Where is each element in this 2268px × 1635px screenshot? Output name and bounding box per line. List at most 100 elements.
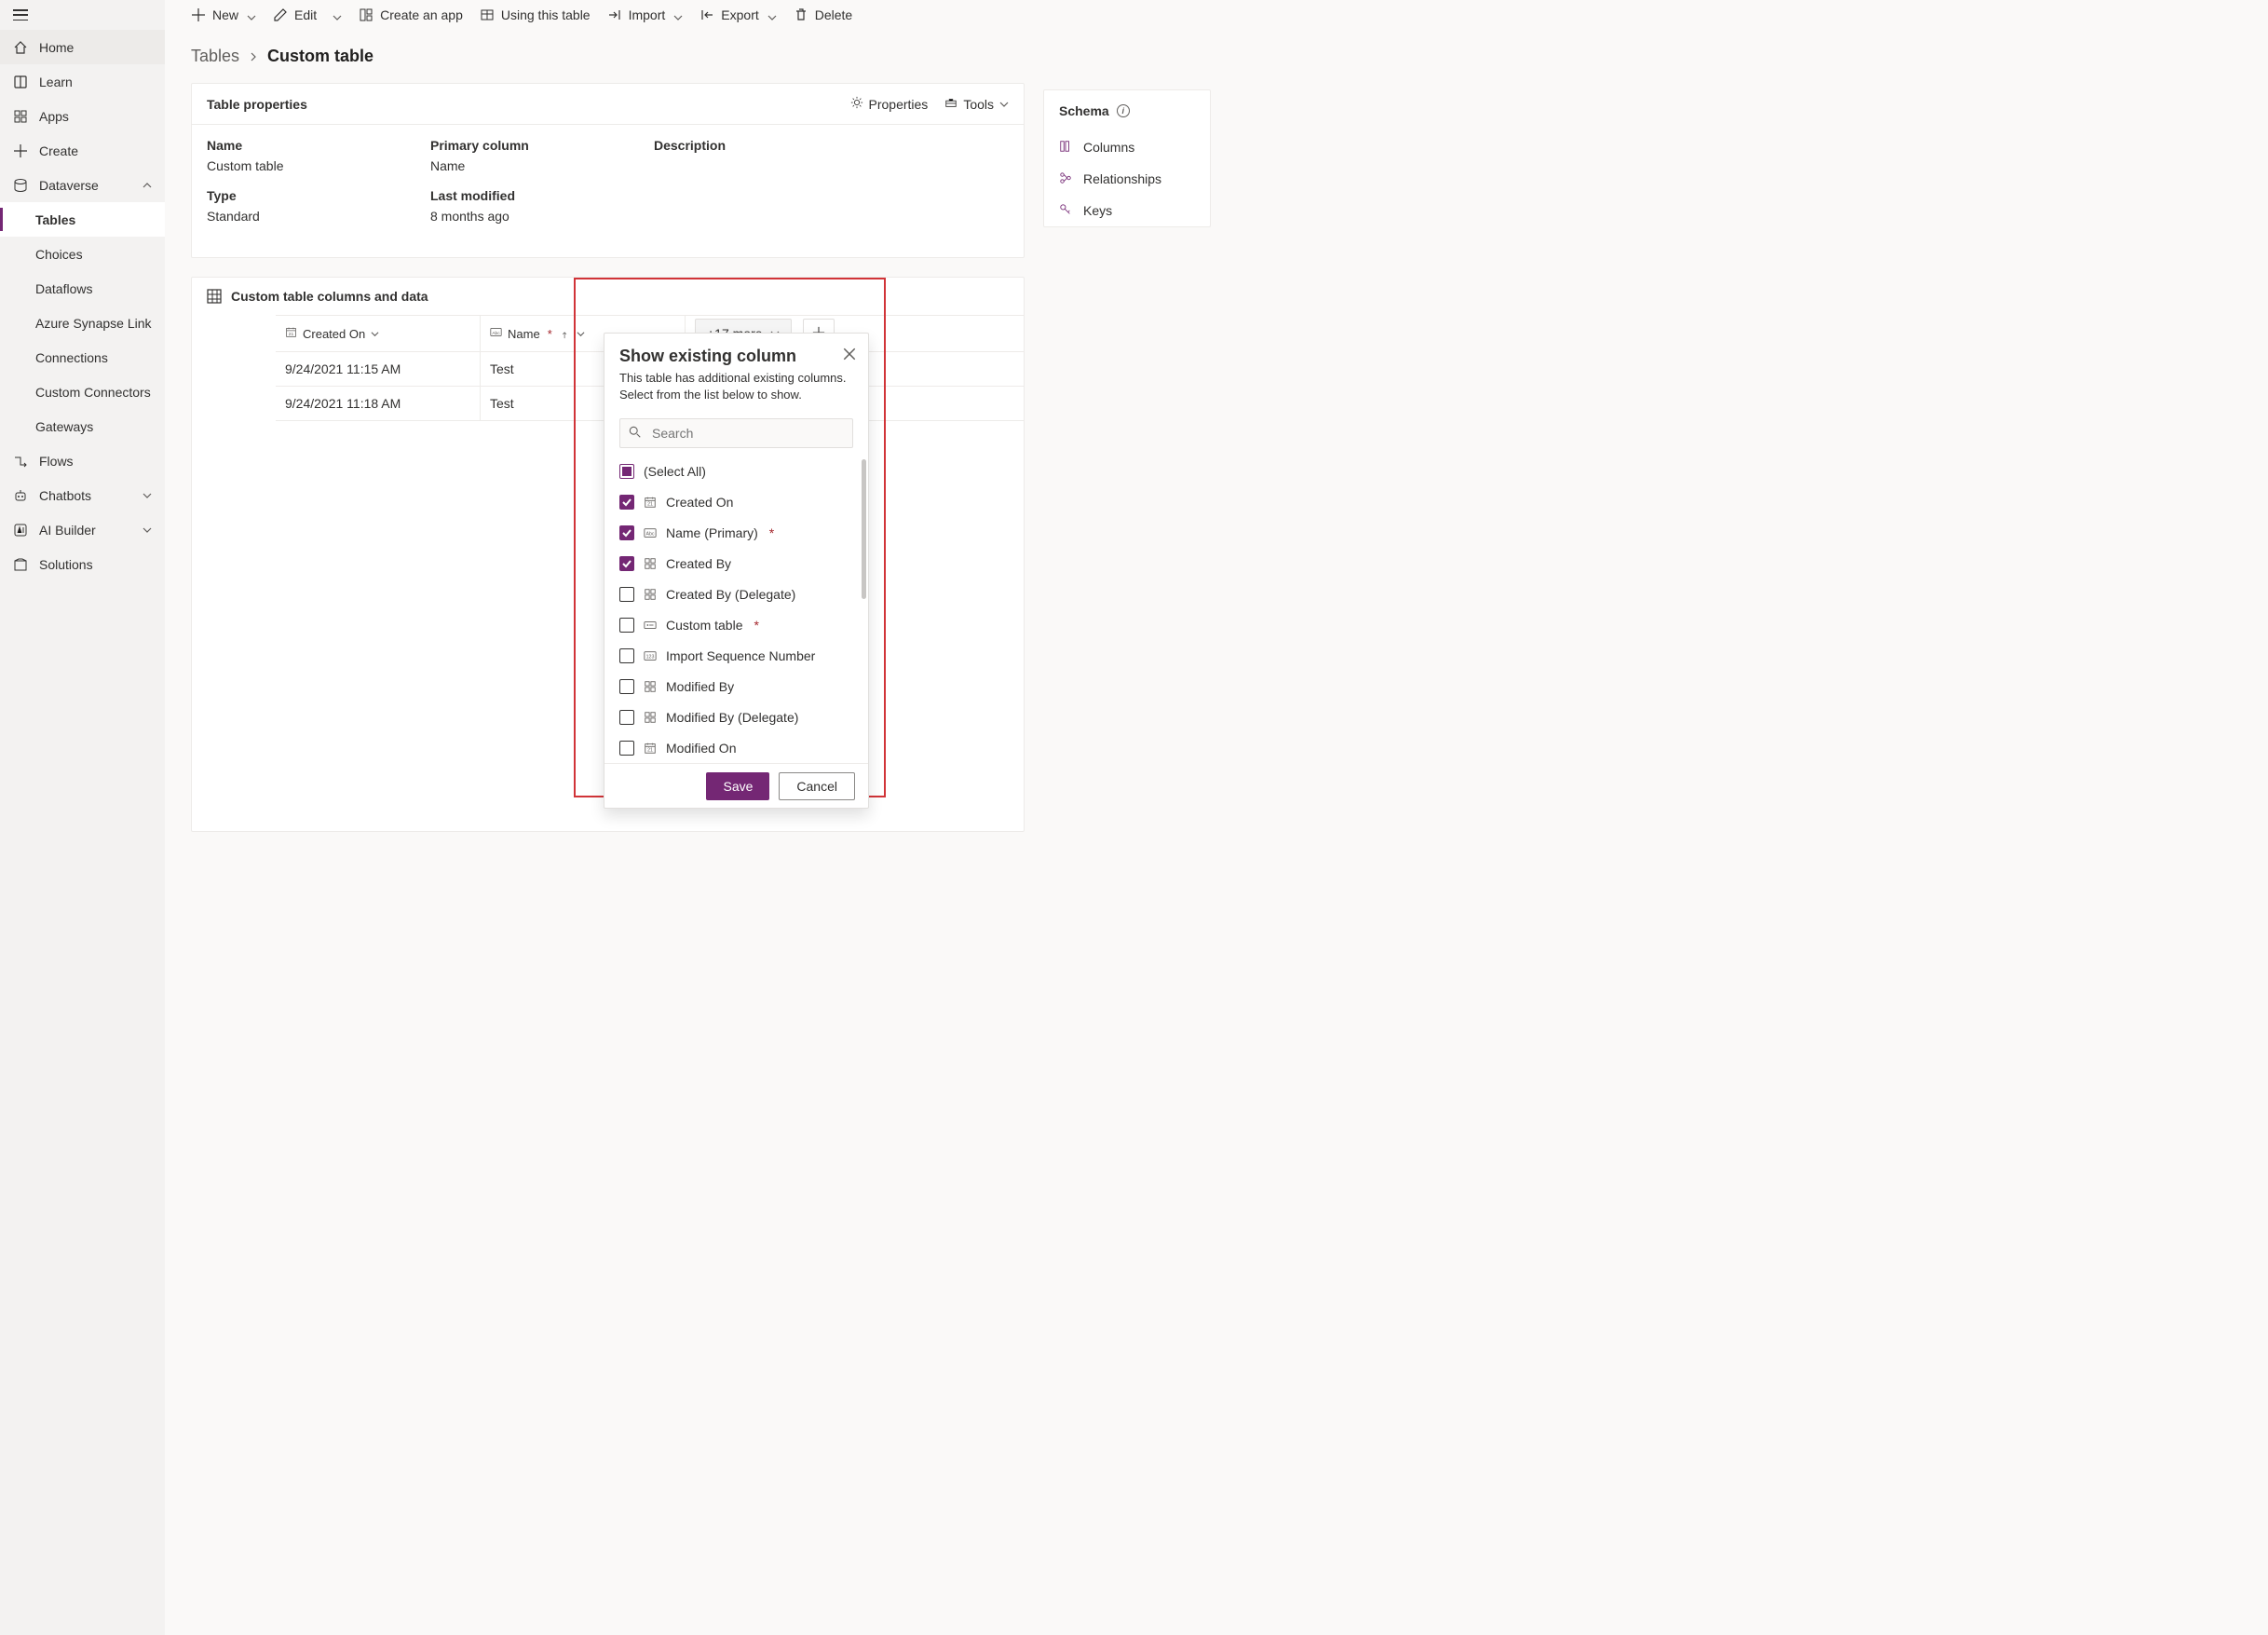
- nav-label: Choices: [35, 247, 83, 262]
- column-option-row[interactable]: Custom table *: [619, 609, 861, 640]
- nav-tables[interactable]: Tables: [0, 202, 165, 237]
- column-option-row[interactable]: Modified By: [619, 671, 861, 702]
- checkbox[interactable]: [619, 618, 634, 633]
- popup-title: Show existing column: [619, 347, 853, 366]
- trash-icon: [794, 7, 808, 22]
- checkbox[interactable]: [619, 648, 634, 663]
- nav-apps[interactable]: Apps: [0, 99, 165, 133]
- chevron-down-icon: [143, 488, 152, 503]
- hamburger-icon: [13, 9, 28, 20]
- keys-icon: [1059, 203, 1072, 219]
- cmd-export[interactable]: Export: [699, 0, 776, 29]
- nav-label: Create: [39, 143, 78, 158]
- column-option-row[interactable]: Modified On: [619, 732, 861, 763]
- cmd-create-app[interactable]: Create an app: [359, 0, 463, 29]
- column-option-label: Created By: [666, 556, 731, 571]
- checkbox[interactable]: [619, 495, 634, 510]
- properties-link[interactable]: Properties: [850, 96, 929, 112]
- column-label: Name: [508, 327, 540, 341]
- nav-connections[interactable]: Connections: [0, 340, 165, 375]
- nav-learn[interactable]: Learn: [0, 64, 165, 99]
- prop-label-name: Name: [207, 138, 374, 153]
- column-option-row[interactable]: Modified By (Delegate): [619, 702, 861, 732]
- column-option-row[interactable]: Import Sequence Number: [619, 640, 861, 671]
- column-type-icon: [644, 619, 657, 632]
- nav-label: Flows: [39, 454, 74, 469]
- cmd-using-table[interactable]: Using this table: [480, 0, 591, 29]
- checkbox[interactable]: [619, 587, 634, 602]
- nav-label: Custom Connectors: [35, 385, 151, 400]
- cmd-import[interactable]: Import: [607, 0, 684, 29]
- cmd-label: Export: [721, 7, 758, 22]
- column-option-label: Created On: [666, 495, 733, 510]
- nav-flows[interactable]: Flows: [0, 443, 165, 478]
- nav-choices[interactable]: Choices: [0, 237, 165, 271]
- nav-create[interactable]: Create: [0, 133, 165, 168]
- nav-label: Chatbots: [39, 488, 91, 503]
- save-button[interactable]: Save: [706, 772, 769, 800]
- checkbox[interactable]: [619, 679, 634, 694]
- checkbox-mixed[interactable]: [619, 464, 634, 479]
- nav-dataflows[interactable]: Dataflows: [0, 271, 165, 306]
- nav-azure-synapse[interactable]: Azure Synapse Link: [0, 306, 165, 340]
- checkbox[interactable]: [619, 710, 634, 725]
- text-icon: [490, 326, 502, 341]
- nav-solutions[interactable]: Solutions: [0, 547, 165, 581]
- nav-custom-connectors[interactable]: Custom Connectors: [0, 375, 165, 409]
- nav-label: AI Builder: [39, 523, 96, 538]
- required-indicator: *: [769, 525, 774, 540]
- scrollbar[interactable]: [862, 459, 866, 599]
- nav-label: Dataverse: [39, 178, 99, 193]
- relationships-icon: [1059, 171, 1072, 187]
- column-option-label: Modified By (Delegate): [666, 710, 798, 725]
- checkbox[interactable]: [619, 525, 634, 540]
- nav-label: Home: [39, 40, 74, 55]
- chevron-up-icon: [143, 178, 152, 193]
- column-option-row[interactable]: Name (Primary) *: [619, 517, 861, 548]
- nav-ai-builder[interactable]: AI Builder: [0, 512, 165, 547]
- column-option-row[interactable]: Created On: [619, 486, 861, 517]
- ai-builder-icon: [13, 523, 28, 538]
- breadcrumb-tables[interactable]: Tables: [191, 47, 239, 66]
- column-option-row[interactable]: Created By (Delegate): [619, 579, 861, 609]
- cmd-label: Import: [629, 7, 666, 22]
- column-header-created-on[interactable]: Created On: [276, 316, 481, 351]
- prop-value-primary: Name: [430, 158, 598, 173]
- info-icon[interactable]: i: [1117, 104, 1130, 117]
- cancel-button[interactable]: Cancel: [779, 772, 855, 800]
- column-type-icon: [644, 496, 657, 509]
- schema-relationships[interactable]: Relationships: [1044, 163, 1210, 195]
- chevron-right-icon: [249, 47, 258, 66]
- nav-label: Apps: [39, 109, 69, 124]
- schema-columns[interactable]: Columns: [1044, 131, 1210, 163]
- nav-gateways[interactable]: Gateways: [0, 409, 165, 443]
- schema-label: Keys: [1083, 203, 1112, 218]
- hamburger-menu[interactable]: [0, 0, 165, 30]
- checkbox[interactable]: [619, 741, 634, 756]
- solutions-icon: [13, 557, 28, 572]
- cmd-label: Create an app: [380, 7, 463, 22]
- tools-link[interactable]: Tools: [944, 96, 1009, 112]
- nav-dataverse[interactable]: Dataverse: [0, 168, 165, 202]
- column-option-row[interactable]: Created By: [619, 548, 861, 579]
- cmd-edit[interactable]: Edit: [273, 0, 342, 29]
- cmd-new[interactable]: New: [191, 0, 256, 29]
- card-title: Table properties: [207, 97, 307, 112]
- learn-icon: [13, 75, 28, 89]
- nav-chatbots[interactable]: Chatbots: [0, 478, 165, 512]
- select-all-row[interactable]: (Select All): [619, 456, 861, 486]
- cmd-label: Delete: [815, 7, 852, 22]
- nav-label: Tables: [35, 212, 75, 227]
- schema-keys[interactable]: Keys: [1044, 195, 1210, 226]
- nav-label: Solutions: [39, 557, 93, 572]
- search-input[interactable]: [619, 418, 853, 448]
- column-type-icon: [644, 526, 657, 539]
- cmd-delete[interactable]: Delete: [794, 0, 852, 29]
- checkbox[interactable]: [619, 556, 634, 571]
- toolbox-icon: [944, 96, 957, 112]
- nav-label: Azure Synapse Link: [35, 316, 152, 331]
- home-icon: [13, 40, 28, 55]
- nav-home[interactable]: Home: [0, 30, 165, 64]
- prop-value-type: Standard: [207, 209, 374, 224]
- close-button[interactable]: [842, 347, 857, 361]
